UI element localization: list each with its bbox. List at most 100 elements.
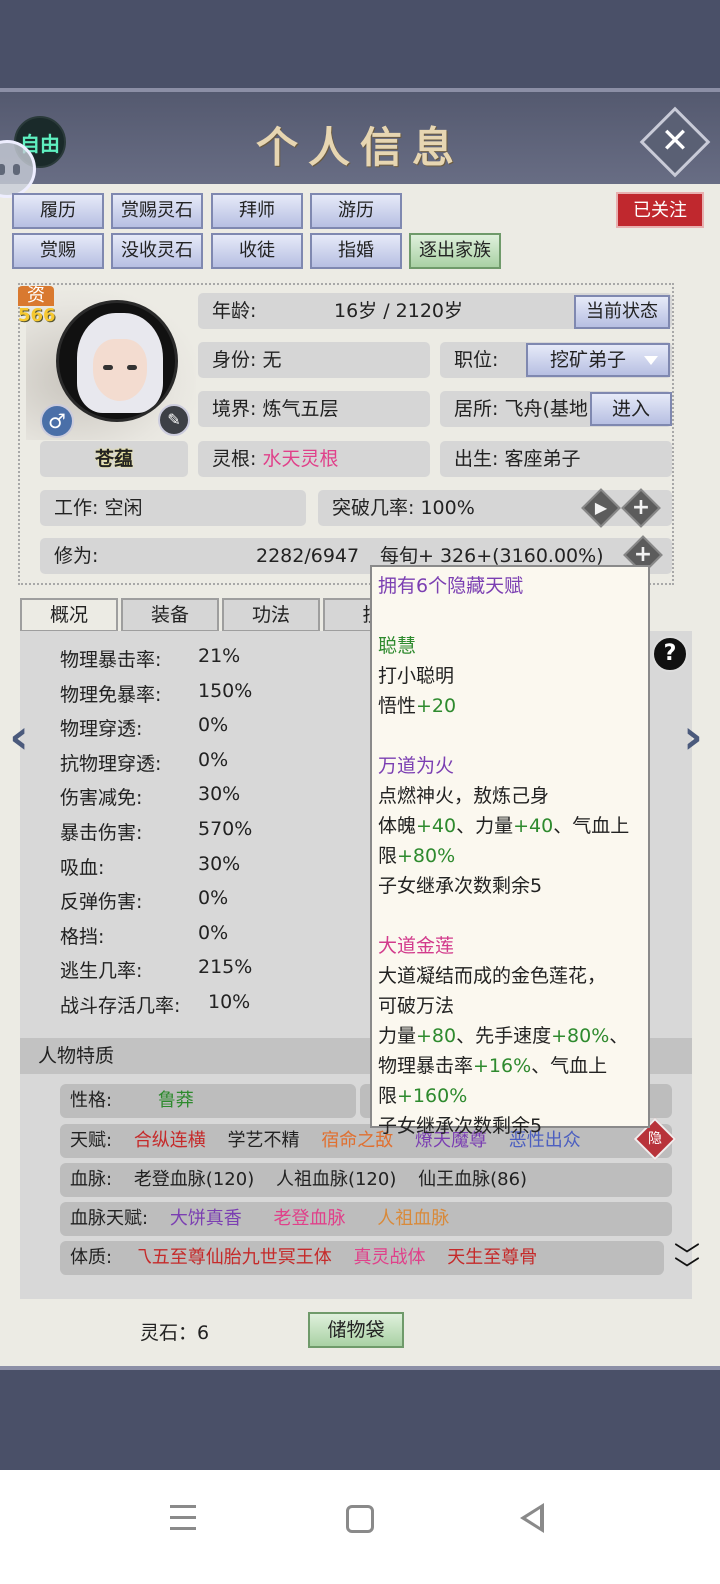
stat-row: 逃生几率: 215% — [60, 956, 252, 983]
plus-icon[interactable]: + — [624, 491, 658, 525]
bloodline-row: 血脉: 老登血脉(120) 人祖血脉(120) 仙王血脉(86) — [60, 1163, 672, 1197]
aptitude-label: 资 — [18, 286, 54, 306]
identity-row: 身份: 无 — [198, 342, 430, 378]
talent-desc: 可破万法 — [378, 995, 455, 1017]
edit-icon[interactable]: ✎ — [158, 404, 190, 436]
current-state-button[interactable]: 当前状态 — [574, 295, 670, 329]
history-button[interactable]: 履历 — [12, 193, 104, 229]
tab-techniques[interactable]: 功法 — [222, 598, 320, 632]
confiscate-stones-button[interactable]: 没收灵石 — [111, 233, 203, 269]
personality-label: 性格: — [70, 1090, 113, 1111]
blood-talent-item[interactable]: 大饼真香 — [170, 1208, 242, 1229]
talent-desc: 打小聪明 — [378, 665, 455, 687]
enter-button[interactable]: 进入 — [590, 392, 672, 426]
stat-row: 物理穿透: 0% — [60, 714, 228, 741]
stat-value: 10% — [208, 991, 251, 1013]
personality-row: 性格: 鲁莽 — [60, 1084, 356, 1118]
storage-bag-button[interactable]: 储物袋 — [308, 1312, 404, 1348]
birth-value: 客座弟子 — [504, 448, 581, 470]
avatar[interactable] — [56, 300, 178, 422]
stat-label: 抗物理穿透: — [60, 752, 162, 775]
stat-label: 物理免暴率: — [60, 683, 162, 706]
age-value: 16岁 / 2120岁 — [334, 300, 464, 322]
physique-item[interactable]: 天生至尊骨 — [447, 1247, 537, 1268]
realm-value: 炼气五层 — [262, 398, 339, 420]
aptitude-value: 566 — [18, 305, 56, 326]
physique-item[interactable]: 乁五至尊仙胎九世冥王体 — [134, 1247, 332, 1268]
talent-effect: 限+160% — [378, 1085, 468, 1107]
realm-row: 境界: 炼气五层 — [198, 391, 430, 427]
prev-arrow-icon[interactable]: ‹ — [4, 710, 34, 764]
spirit-root-row: 灵根: 水天灵根 — [198, 441, 430, 477]
stat-row: 暴击伤害: 570% — [60, 818, 252, 845]
tooltip-spacer — [378, 721, 642, 751]
expel-family-button[interactable]: 逐出家族 — [409, 233, 501, 269]
home-icon[interactable] — [346, 1505, 374, 1533]
talent-inherit: 子女继承次数剩余5 — [378, 875, 543, 897]
talent-item[interactable]: 学艺不精 — [228, 1130, 300, 1151]
talent-label: 天赋: — [70, 1130, 113, 1151]
stat-value: 30% — [198, 783, 241, 806]
male-icon: ♂ — [40, 404, 74, 438]
breakthrough-value: 100% — [420, 497, 475, 519]
talent-effect: 物理暴击率+16%、气血上 — [378, 1055, 608, 1077]
bloodline-item[interactable]: 人祖血脉(120) — [276, 1169, 396, 1190]
talent-item[interactable]: 合纵连横 — [134, 1130, 206, 1151]
talent-name: 大道金莲 — [378, 935, 455, 957]
blood-talent-item[interactable]: 老登血脉 — [274, 1208, 346, 1229]
back-icon-inner[interactable] — [526, 1509, 540, 1527]
stat-label: 物理穿透: — [60, 718, 143, 741]
tab-equipment[interactable]: 装备 — [121, 598, 219, 632]
stat-label: 格挡: — [60, 925, 105, 948]
birth-row: 出生: 客座弟子 — [440, 441, 672, 477]
stat-row: 伤害减免: 30% — [60, 783, 240, 810]
physique-item[interactable]: 真灵战体 — [354, 1247, 426, 1268]
travel-button[interactable]: 游历 — [310, 193, 402, 229]
stat-value: 215% — [198, 956, 253, 979]
position-value: 挖矿弟子 — [550, 349, 627, 371]
help-icon[interactable]: ? — [652, 636, 688, 672]
cultivation-label: 修为: — [54, 545, 99, 567]
reward-button[interactable]: 赏赐 — [12, 233, 104, 269]
play-icon[interactable]: ▶ — [584, 491, 618, 525]
stat-value: 570% — [198, 818, 253, 840]
next-arrow-icon[interactable]: › — [678, 710, 708, 764]
arrange-marriage-button[interactable]: 指婚 — [310, 233, 402, 269]
stat-label: 吸血: — [60, 856, 105, 879]
avatar-eye-left — [103, 365, 113, 370]
birth-label: 出生: — [454, 448, 499, 470]
position-dropdown[interactable]: 挖矿弟子 — [526, 343, 670, 377]
talent-inherit: 子女继承次数剩余5 — [378, 1115, 543, 1137]
stat-value: 21% — [198, 645, 241, 667]
stat-label: 战斗存活几率: — [60, 995, 181, 1017]
take-disciple-button[interactable]: 收徒 — [211, 233, 303, 269]
work-row: 工作: 空闲 — [40, 490, 306, 526]
breakthrough-label: 突破几率: — [332, 497, 415, 519]
spirit-stone-count: 灵石：6 — [140, 1322, 210, 1344]
cultivation-value: 2282/6947 — [256, 545, 360, 567]
stat-label: 逃生几率: — [60, 960, 143, 983]
bloodline-item[interactable]: 仙王血脉(86) — [418, 1169, 527, 1190]
followed-badge[interactable]: 已关注 — [616, 192, 704, 228]
stat-row: 战斗存活几率: 10% — [60, 991, 250, 1018]
tooltip-spacer — [378, 601, 642, 631]
character-name: 苍蕴 — [40, 441, 188, 477]
scroll-down-icon[interactable]: ﹀ ﹀ — [670, 1244, 704, 1290]
talent-effect: 悟性+20 — [378, 695, 457, 717]
stat-row: 反弹伤害: 0% — [60, 887, 228, 914]
tab-overview[interactable]: 概况 — [20, 598, 118, 632]
stat-value: 30% — [198, 852, 241, 875]
recent-apps-icon[interactable] — [170, 1505, 196, 1531]
blood-talent-row: 血脉天赋: 大饼真香 老登血脉 人祖血脉 — [60, 1202, 672, 1236]
age-label: 年龄: — [212, 300, 257, 322]
hidden-talent-label[interactable]: 隐 — [640, 1124, 670, 1154]
close-icon[interactable]: ✕ — [650, 116, 700, 166]
blood-talent-item[interactable]: 人祖血脉 — [377, 1208, 449, 1229]
bloodline-item[interactable]: 老登血脉(120) — [134, 1169, 254, 1190]
apprentice-button[interactable]: 拜师 — [211, 193, 303, 229]
position-label: 职位: — [454, 349, 499, 371]
tooltip-title: 拥有6个隐藏天赋 — [378, 575, 524, 597]
reward-stones-button[interactable]: 赏赐灵石 — [111, 193, 203, 229]
work-label: 工作: — [54, 497, 99, 519]
page-title: 个人信息 — [255, 123, 464, 172]
